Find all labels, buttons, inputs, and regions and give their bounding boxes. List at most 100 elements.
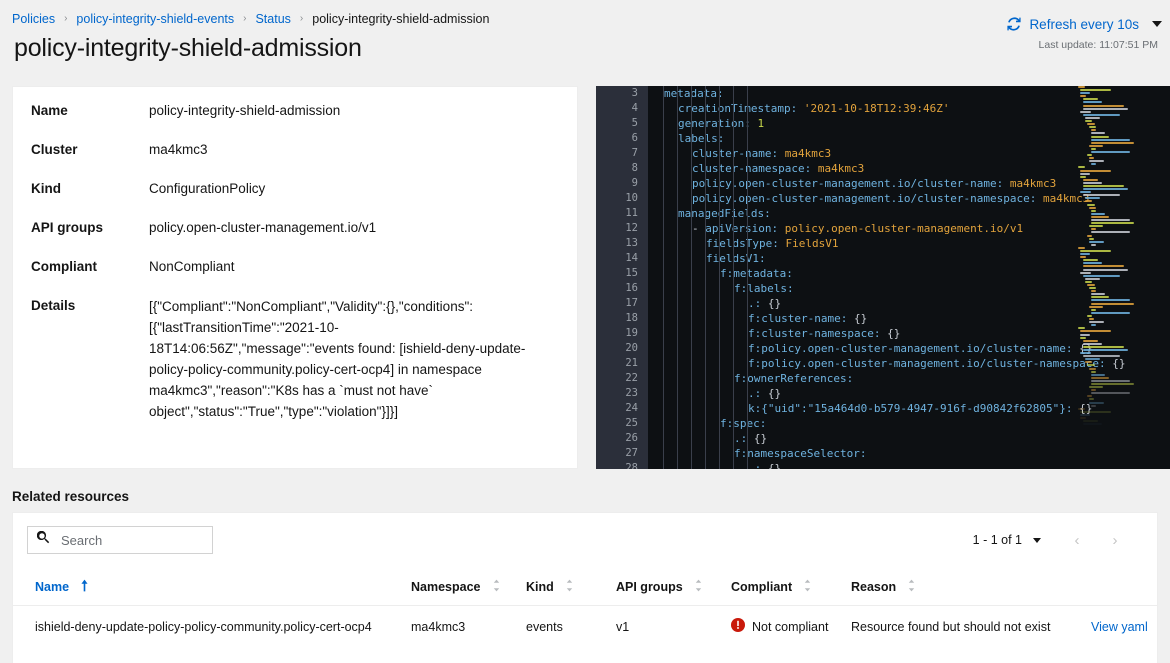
- minimap-line: [1080, 411, 1111, 413]
- chevron-down-icon[interactable]: [1152, 21, 1162, 27]
- minimap-line: [1089, 402, 1104, 404]
- view-yaml-link[interactable]: View yaml: [1091, 620, 1148, 634]
- related-resources-table: Name Namespace Kind API groups CompliantReas…: [13, 573, 1157, 647]
- minimap-line: [1087, 315, 1092, 317]
- minimap-line: [1091, 389, 1096, 391]
- minimap-line: [1080, 337, 1085, 339]
- column-header-name[interactable]: Name: [13, 573, 403, 606]
- yaml-line-number: 5: [596, 116, 648, 131]
- minimap-line: [1089, 368, 1096, 370]
- minimap-line: [1091, 132, 1105, 134]
- minimap-line: [1091, 380, 1130, 382]
- breadcrumb-item-1[interactable]: Policies: [12, 12, 55, 26]
- yaml-line-number: 23: [596, 386, 648, 401]
- refresh-control: Refresh every 10s Last update: 11:07:51 …: [1006, 16, 1162, 51]
- detail-value: NonCompliant: [149, 257, 559, 276]
- minimap-line: [1083, 182, 1103, 184]
- cell-kind: events: [518, 606, 608, 648]
- detail-label: Kind: [31, 179, 149, 198]
- detail-value: ConfigurationPolicy: [149, 179, 559, 198]
- minimap-line: [1091, 299, 1130, 301]
- column-header-reason[interactable]: Reason: [843, 573, 1083, 606]
- related-resources-card: 1 - 1 of 1 ‹ › Name Namespace Kind API grou…: [12, 512, 1158, 663]
- minimap-line: [1083, 108, 1128, 110]
- minimap-line: [1087, 235, 1092, 237]
- column-header-label: API groups: [616, 580, 683, 594]
- cell-actions: View yaml: [1083, 606, 1157, 648]
- breadcrumb-item-4: policy-integrity-shield-admission: [312, 12, 489, 26]
- detail-row: API groupspolicy.open-cluster-management…: [13, 218, 577, 237]
- policy-detail-card: Namepolicy-integrity-shield-admissionClu…: [12, 86, 578, 469]
- minimap-line: [1083, 179, 1099, 181]
- sort-toggle-icon[interactable]: [565, 579, 574, 595]
- yaml-line-number: 14: [596, 251, 648, 266]
- minimap-line: [1083, 98, 1099, 100]
- minimap-line: [1085, 120, 1092, 122]
- table-toolbar: 1 - 1 of 1 ‹ ›: [13, 513, 1157, 555]
- minimap-line: [1089, 398, 1094, 400]
- yaml-minimap[interactable]: [1076, 86, 1150, 469]
- indent-guide: [733, 86, 734, 469]
- pagination-chevron-down-icon[interactable]: [1033, 538, 1041, 543]
- sort-toggle-icon[interactable]: [492, 579, 501, 595]
- sort-toggle-icon[interactable]: [907, 579, 916, 595]
- yaml-line-number: 18: [596, 311, 648, 326]
- pagination-count: 1 - 1 of 1: [973, 533, 1022, 547]
- pagination: 1 - 1 of 1 ‹ ›: [973, 525, 1143, 555]
- minimap-line: [1083, 355, 1121, 357]
- detail-label: API groups: [31, 218, 149, 237]
- yaml-line-number: 8: [596, 161, 648, 176]
- column-header-label: Namespace: [411, 580, 481, 594]
- sync-icon: [1006, 16, 1022, 32]
- minimap-line: [1091, 324, 1096, 326]
- minimap-line: [1080, 330, 1111, 332]
- minimap-line: [1089, 318, 1094, 320]
- breadcrumb-item-3[interactable]: Status: [255, 12, 290, 26]
- minimap-line: [1091, 312, 1130, 314]
- search-box[interactable]: [27, 526, 213, 554]
- minimap-line: [1091, 139, 1130, 141]
- minimap-line: [1091, 290, 1096, 292]
- minimap-line: [1083, 420, 1099, 422]
- sort-ascending-icon[interactable]: [80, 579, 89, 595]
- minimap-line: [1089, 238, 1094, 240]
- minimap-line: [1080, 253, 1090, 255]
- minimap-line: [1089, 241, 1104, 243]
- page-title: policy-integrity-shield-admission: [0, 26, 1170, 63]
- pagination-prev-button[interactable]: ‹: [1059, 525, 1095, 555]
- breadcrumb-item-2[interactable]: policy-integrity-shield-events: [76, 12, 234, 26]
- column-header-api-groups[interactable]: API groups: [608, 573, 723, 606]
- yaml-line-number: 4: [596, 101, 648, 116]
- minimap-line: [1091, 148, 1096, 150]
- minimap-line: [1080, 95, 1085, 97]
- column-header-kind[interactable]: Kind: [518, 573, 608, 606]
- sort-toggle-icon[interactable]: [803, 579, 812, 595]
- yaml-editor-panel[interactable]: 3456789101112131415161718192021222324252…: [596, 86, 1170, 469]
- detail-row: CompliantNonCompliant: [13, 257, 577, 276]
- yaml-scrollbar[interactable]: [1158, 86, 1168, 469]
- minimap-line: [1087, 204, 1095, 206]
- column-header-compliant[interactable]: Compliant: [723, 573, 843, 606]
- cell-namespace: ma4kmc3: [403, 606, 518, 648]
- minimap-line: [1083, 259, 1099, 261]
- minimap-line: [1091, 392, 1130, 394]
- minimap-line: [1091, 219, 1130, 221]
- minimap-line: [1091, 163, 1096, 165]
- yaml-line-number: 16: [596, 281, 648, 296]
- minimap-line: [1091, 228, 1096, 230]
- yaml-line-number: 20: [596, 341, 648, 356]
- related-resources-heading: Related resources: [12, 489, 129, 504]
- column-header-namespace[interactable]: Namespace: [403, 573, 518, 606]
- sort-toggle-icon[interactable]: [694, 579, 703, 595]
- refresh-interval-button[interactable]: Refresh every 10s: [1006, 16, 1162, 32]
- minimap-line: [1078, 327, 1085, 329]
- minimap-line: [1080, 111, 1091, 113]
- minimap-line: [1087, 154, 1092, 156]
- detail-value: policy.open-cluster-management.io/v1: [149, 218, 559, 237]
- minimap-line: [1083, 340, 1099, 342]
- pagination-next-button[interactable]: ›: [1097, 525, 1133, 555]
- minimap-line: [1085, 358, 1100, 360]
- minimap-line: [1089, 145, 1103, 147]
- search-input[interactable]: [59, 532, 203, 549]
- yaml-line-number: 6: [596, 131, 648, 146]
